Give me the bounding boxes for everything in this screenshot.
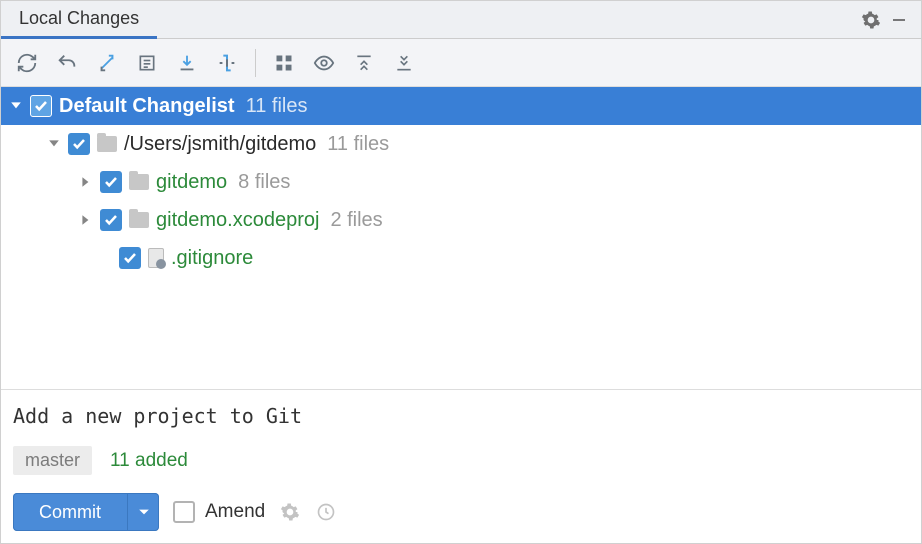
history-icon[interactable] (315, 501, 337, 523)
collapse-all-icon[interactable] (386, 45, 422, 81)
checkbox[interactable] (30, 95, 52, 117)
folder-icon (129, 212, 149, 228)
commit-button-label: Commit (39, 502, 101, 523)
toolbar (1, 39, 921, 87)
toolbar-separator (255, 49, 256, 77)
checkbox[interactable] (100, 209, 122, 231)
commit-message-input[interactable]: Add a new project to Git (13, 404, 909, 446)
changelist-icon[interactable] (129, 45, 165, 81)
tree-directory-row[interactable]: gitdemo.xcodeproj 2 files (1, 201, 921, 239)
gear-icon[interactable] (279, 501, 301, 523)
preview-icon[interactable] (306, 45, 342, 81)
diff-icon[interactable] (89, 45, 125, 81)
changelist-name: Default Changelist (59, 95, 235, 118)
chevron-right-icon[interactable] (79, 213, 93, 227)
amend-checkbox[interactable] (173, 501, 195, 523)
tree-file-row[interactable]: .gitignore (1, 239, 921, 277)
group-by-icon[interactable] (266, 45, 302, 81)
commit-split-button: Commit (13, 493, 159, 531)
checkbox[interactable] (68, 133, 90, 155)
commit-panel: Add a new project to Git master 11 added… (1, 389, 921, 543)
rollback-icon[interactable] (49, 45, 85, 81)
commit-dropdown-button[interactable] (127, 493, 159, 531)
file-count: 2 files (330, 209, 382, 232)
refresh-icon[interactable] (9, 45, 45, 81)
file-name: .gitignore (171, 247, 253, 270)
amend-label: Amend (205, 501, 265, 523)
chevron-down-icon[interactable] (47, 137, 61, 151)
file-count: 11 files (246, 95, 308, 118)
branch-badge[interactable]: master (13, 446, 92, 475)
directory-path: /Users/jsmith/gitdemo (124, 133, 316, 156)
minimize-icon[interactable] (885, 6, 913, 34)
checkbox[interactable] (100, 171, 122, 193)
unshelve-icon[interactable] (209, 45, 245, 81)
commit-button[interactable]: Commit (13, 493, 127, 531)
tree-directory-row[interactable]: /Users/jsmith/gitdemo 11 files (1, 125, 921, 163)
expand-all-icon[interactable] (346, 45, 382, 81)
tab-local-changes[interactable]: Local Changes (1, 1, 157, 39)
changes-tree: Default Changelist 11 files /Users/jsmit… (1, 87, 921, 389)
shelve-icon[interactable] (169, 45, 205, 81)
file-count: 8 files (238, 171, 290, 194)
file-icon (148, 248, 164, 268)
chevron-right-icon[interactable] (79, 175, 93, 189)
added-count: 11 added (110, 450, 188, 472)
chevron-down-icon[interactable] (9, 99, 23, 113)
tree-directory-row[interactable]: gitdemo 8 files (1, 163, 921, 201)
tab-bar: Local Changes (1, 1, 921, 39)
file-count: 11 files (327, 133, 389, 156)
tab-label: Local Changes (19, 8, 139, 29)
folder-icon (129, 174, 149, 190)
changelist-root-row[interactable]: Default Changelist 11 files (1, 87, 921, 125)
checkbox[interactable] (119, 247, 141, 269)
directory-name: gitdemo.xcodeproj (156, 209, 319, 232)
directory-name: gitdemo (156, 171, 227, 194)
folder-icon (97, 136, 117, 152)
gear-icon[interactable] (857, 6, 885, 34)
